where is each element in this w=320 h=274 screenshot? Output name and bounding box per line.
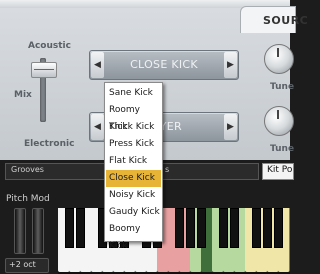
kick-next-button[interactable]: ▶ (224, 52, 237, 78)
dropdown-item[interactable]: Noisy Kick (106, 187, 161, 204)
dropdown-item[interactable]: Close Kick (106, 170, 161, 187)
kit-pieces-label: Kit Po (267, 165, 293, 175)
kick-selector[interactable]: ◀ CLOSE KICK ▶ (89, 50, 239, 80)
tune-knob-top[interactable] (264, 44, 294, 74)
grooves-suffix: s (165, 165, 170, 174)
black-key[interactable] (252, 208, 261, 248)
dropdown-item[interactable]: Gaudy Kick (106, 204, 161, 221)
black-key[interactable] (197, 208, 206, 248)
black-key[interactable] (219, 208, 228, 248)
right-arrow-icon: ▶ (227, 60, 234, 70)
dropdown-item[interactable]: Thick Kick (106, 119, 161, 136)
black-key[interactable] (263, 208, 272, 248)
dropdown-item[interactable]: Boomy Kick (106, 221, 161, 251)
left-arrow-icon: ◀ (94, 122, 101, 132)
tab-source[interactable]: SOURC (240, 6, 308, 33)
mod-wheel[interactable] (32, 208, 44, 254)
black-key[interactable] (274, 208, 283, 248)
mix-label: Mix (14, 90, 32, 100)
black-key[interactable] (65, 208, 74, 248)
kit-pieces-tab[interactable]: Kit Po (262, 163, 294, 180)
tune-label-bottom: Tune (270, 144, 295, 154)
dropdown-item[interactable]: Flat Kick (106, 153, 161, 170)
tab-source-label: SOURC (263, 14, 309, 27)
left-arrow-icon: ◀ (94, 60, 101, 70)
tune-label-top: Tune (270, 82, 295, 92)
piano-keyboard[interactable] (58, 208, 290, 274)
mix-fader-handle[interactable] (31, 62, 57, 78)
dropdown-item[interactable]: Roomy Kick (106, 102, 161, 132)
layer-prev-button[interactable]: ◀ (91, 114, 104, 140)
layer-next-button[interactable]: ▶ (224, 114, 237, 140)
black-key[interactable] (175, 208, 184, 248)
black-key[interactable] (76, 208, 85, 248)
tune-knob-bottom[interactable] (264, 106, 294, 136)
pitch-mod-label: Pitch Mod (6, 194, 50, 204)
black-key[interactable] (186, 208, 195, 248)
dropdown-item[interactable]: Press Kick (106, 136, 161, 153)
kick-selector-label: CLOSE KICK (130, 58, 198, 71)
dropdown-item[interactable]: Sane Kick (106, 85, 161, 102)
kick-prev-button[interactable]: ◀ (91, 52, 104, 78)
octave-label: +2 oct (9, 260, 36, 269)
right-arrow-icon: ▶ (227, 122, 234, 132)
black-key[interactable] (230, 208, 239, 248)
octave-display[interactable]: +2 oct (5, 258, 49, 273)
grooves-label: Grooves (11, 165, 44, 174)
electronic-label: Electronic (24, 139, 75, 149)
acoustic-label: Acoustic (28, 41, 71, 51)
kick-dropdown-menu[interactable]: Sane Kick Roomy Kick Thick Kick Press Kick F… (104, 82, 163, 251)
pitch-wheel[interactable] (14, 208, 26, 254)
